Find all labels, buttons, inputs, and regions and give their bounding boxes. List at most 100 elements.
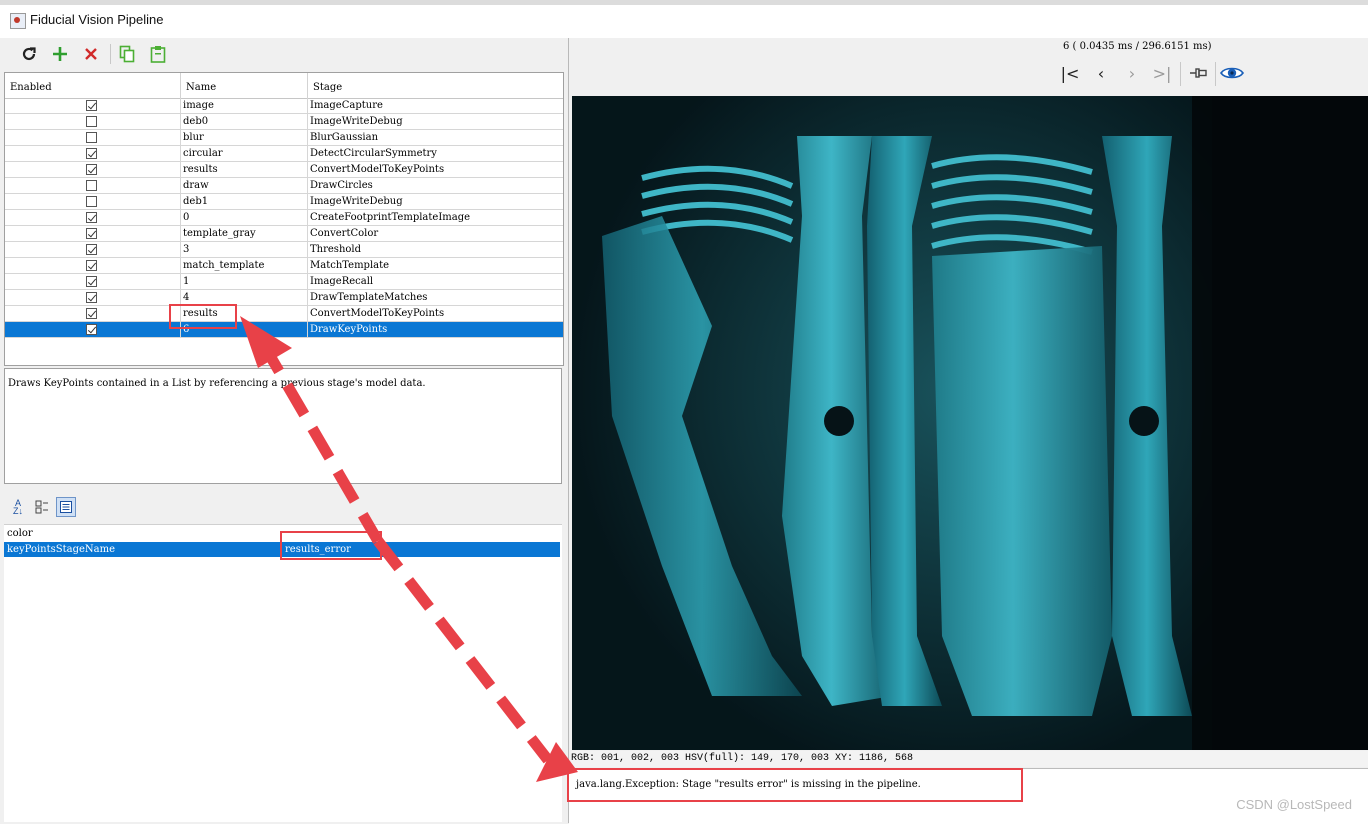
categorized-icon — [35, 500, 48, 514]
image-viewer-panel: 6 ( 0.0435 ms / 296.6151 ms) |< ‹ › >| R… — [569, 38, 1368, 824]
stage-type-cell[interactable]: ImageWriteDebug — [308, 114, 563, 130]
enabled-checkbox[interactable] — [86, 100, 97, 111]
enabled-cell — [5, 178, 181, 194]
table-row[interactable]: results ConvertModelToKeyPoints — [5, 306, 563, 322]
enabled-checkbox[interactable] — [86, 148, 97, 159]
table-row[interactable]: deb0 ImageWriteDebug — [5, 114, 563, 130]
stage-type-cell[interactable]: MatchTemplate — [308, 258, 563, 274]
first-stage-button[interactable]: |< — [1057, 60, 1083, 86]
stage-type-cell[interactable]: CreateFootprintTemplateImage — [308, 210, 563, 226]
last-stage-button[interactable]: >| — [1149, 60, 1175, 86]
table-row[interactable]: image ImageCapture — [5, 98, 563, 114]
stage-description: Draws KeyPoints contained in a List by r… — [4, 368, 562, 484]
previous-stage-button[interactable]: ‹ — [1088, 60, 1114, 86]
enabled-checkbox[interactable] — [86, 116, 97, 127]
stage-name-cell[interactable]: results — [181, 162, 308, 178]
property-key: color — [7, 528, 33, 539]
table-row[interactable]: 4 DrawTemplateMatches — [5, 290, 563, 306]
column-header-enabled[interactable]: Enabled — [5, 73, 181, 98]
stage-type-cell[interactable]: ConvertModelToKeyPoints — [308, 306, 563, 322]
pin-button[interactable] — [1186, 60, 1212, 86]
property-key: keyPointsStageName — [7, 544, 116, 555]
column-header-stage[interactable]: Stage — [308, 73, 563, 98]
sort-alphabetical-button[interactable]: A Z↓ — [8, 497, 28, 517]
enabled-checkbox[interactable] — [86, 292, 97, 303]
table-row[interactable]: results ConvertModelToKeyPoints — [5, 162, 563, 178]
stage-name-cell[interactable]: draw — [181, 178, 308, 194]
enabled-cell — [5, 290, 181, 306]
stage-name-cell[interactable]: 1 — [181, 274, 308, 290]
stage-type-cell[interactable]: DrawKeyPoints — [308, 322, 563, 338]
stage-name-cell[interactable]: 3 — [181, 242, 308, 258]
next-stage-button[interactable]: › — [1119, 60, 1145, 86]
table-row[interactable]: draw DrawCircles — [5, 178, 563, 194]
categorized-button[interactable] — [32, 497, 52, 517]
enabled-checkbox[interactable] — [86, 132, 97, 143]
stage-name-cell[interactable]: match_template — [181, 258, 308, 274]
pixel-info-bar: RGB: 001, 002, 003 HSV(full): 149, 170, … — [571, 751, 1368, 767]
table-row[interactable]: deb1 ImageWriteDebug — [5, 194, 563, 210]
enabled-cell — [5, 226, 181, 242]
stage-type-cell[interactable]: Threshold — [308, 242, 563, 258]
enabled-checkbox[interactable] — [86, 164, 97, 175]
table-row[interactable]: 3 Threshold — [5, 242, 563, 258]
stage-type-cell[interactable]: ImageCapture — [308, 98, 563, 114]
paste-icon — [150, 46, 166, 63]
enabled-checkbox[interactable] — [86, 324, 97, 335]
last-icon: >| — [1152, 63, 1172, 83]
stage-type-cell[interactable]: DetectCircularSymmetry — [308, 146, 563, 162]
table-row[interactable]: template_gray ConvertColor — [5, 226, 563, 242]
enabled-cell — [5, 194, 181, 210]
stage-name-cell[interactable]: circular — [181, 146, 308, 162]
enabled-checkbox[interactable] — [86, 260, 97, 271]
enabled-cell — [5, 322, 181, 338]
first-icon: |< — [1060, 63, 1080, 83]
enabled-checkbox[interactable] — [86, 244, 97, 255]
stage-name-cell[interactable]: deb1 — [181, 194, 308, 210]
table-row[interactable]: 1 ImageRecall — [5, 274, 563, 290]
enabled-cell — [5, 98, 181, 114]
stage-name-cell[interactable]: image — [181, 98, 308, 114]
window-title: Fiducial Vision Pipeline — [30, 12, 164, 27]
description-toggle-button[interactable] — [56, 497, 76, 517]
stage-type-cell[interactable]: ConvertModelToKeyPoints — [308, 162, 563, 178]
toolbar-separator — [110, 44, 111, 64]
toggle-view-button[interactable] — [1219, 60, 1245, 86]
stage-type-cell[interactable]: ConvertColor — [308, 226, 563, 242]
enabled-cell — [5, 258, 181, 274]
enabled-cell — [5, 162, 181, 178]
refresh-button[interactable] — [17, 42, 41, 66]
enabled-checkbox[interactable] — [86, 196, 97, 207]
stage-name-cell[interactable]: template_gray — [181, 226, 308, 242]
table-row[interactable]: blur BlurGaussian — [5, 130, 563, 146]
java-app-icon — [10, 13, 26, 29]
delete-stage-button[interactable] — [79, 42, 103, 66]
annotation-box-error-message — [567, 768, 1023, 802]
stage-type-cell[interactable]: ImageWriteDebug — [308, 194, 563, 210]
add-stage-button[interactable] — [48, 42, 72, 66]
enabled-checkbox[interactable] — [86, 212, 97, 223]
copy-stage-button[interactable] — [115, 42, 139, 66]
stage-type-cell[interactable]: DrawCircles — [308, 178, 563, 194]
enabled-cell — [5, 274, 181, 290]
enabled-checkbox[interactable] — [86, 228, 97, 239]
table-row[interactable]: circular DetectCircularSymmetry — [5, 146, 563, 162]
enabled-checkbox[interactable] — [86, 180, 97, 191]
copy-icon — [119, 45, 135, 63]
stage-type-cell[interactable]: ImageRecall — [308, 274, 563, 290]
stage-name-cell[interactable]: blur — [181, 130, 308, 146]
stage-type-cell[interactable]: BlurGaussian — [308, 130, 563, 146]
enabled-checkbox[interactable] — [86, 276, 97, 287]
enabled-checkbox[interactable] — [86, 308, 97, 319]
delete-icon — [85, 48, 97, 60]
stage-name-cell[interactable]: deb0 — [181, 114, 308, 130]
properties-toolbar: A Z↓ — [4, 490, 564, 524]
pipeline-output-image[interactable] — [572, 96, 1368, 750]
paste-stage-button[interactable] — [146, 42, 170, 66]
table-row[interactable]: match_template MatchTemplate — [5, 258, 563, 274]
column-header-name[interactable]: Name — [181, 73, 308, 98]
stage-type-cell[interactable]: DrawTemplateMatches — [308, 290, 563, 306]
table-row[interactable]: 6 DrawKeyPoints — [5, 322, 563, 338]
stage-name-cell[interactable]: 0 — [181, 210, 308, 226]
table-row[interactable]: 0 CreateFootprintTemplateImage — [5, 210, 563, 226]
